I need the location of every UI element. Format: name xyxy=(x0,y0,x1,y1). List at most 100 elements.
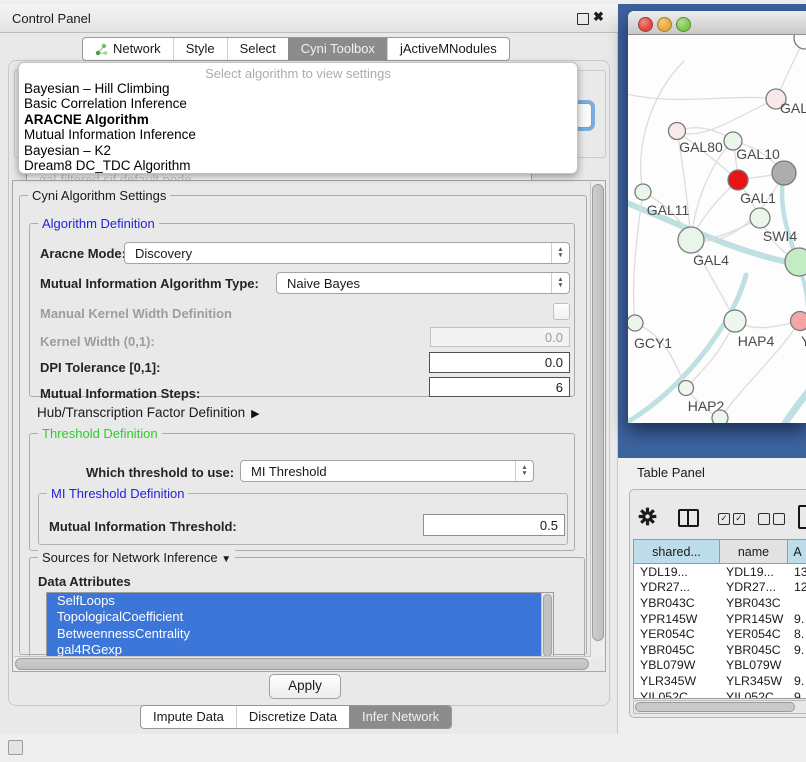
tab-network[interactable]: Network xyxy=(83,38,173,60)
which-threshold-combo[interactable]: MI Threshold ▲▼ xyxy=(240,460,534,482)
network-node-gal1[interactable] xyxy=(750,208,770,228)
table-row[interactable]: YBR043CYBR043C xyxy=(634,595,806,611)
network-node[interactable] xyxy=(794,35,806,49)
checked-box-icon[interactable]: ✓ xyxy=(733,513,745,525)
tab-impute-data[interactable]: Impute Data xyxy=(141,706,236,728)
table-row[interactable]: YBR045CYBR045C9. xyxy=(634,642,806,658)
table-row[interactable]: YDR27...YDR27...12 xyxy=(634,580,806,596)
mi-threshold-field[interactable]: 0.5 xyxy=(423,514,565,536)
network-canvas[interactable]: GALGAL80GAL10GAL1GAL11GAL4SWI4HAP4YGCY1H… xyxy=(628,35,806,423)
mi-steps-field[interactable]: 6 xyxy=(429,377,570,397)
network-node[interactable] xyxy=(772,161,796,185)
zoom-traffic-light[interactable] xyxy=(676,17,691,32)
network-node-gal11[interactable] xyxy=(635,184,651,200)
tab-select[interactable]: Select xyxy=(227,38,288,60)
node-label: HAP4 xyxy=(738,333,775,349)
threshold-definition-group: Threshold Definition Which threshold to … xyxy=(29,433,575,551)
minimize-traffic-light[interactable] xyxy=(657,17,672,32)
network-node-hap4[interactable] xyxy=(724,310,746,332)
list-scrollbar[interactable] xyxy=(541,593,553,659)
column-header-name[interactable]: name xyxy=(720,540,788,563)
network-node[interactable] xyxy=(712,410,728,423)
table-row[interactable]: YDL19...YDL19...13 xyxy=(634,564,806,580)
aracne-mode-combo[interactable]: Discovery ▲▼ xyxy=(124,242,570,264)
data-attributes-label: Data Attributes xyxy=(38,574,131,589)
network-node-gal80[interactable] xyxy=(669,123,686,140)
table-cell: YIL052C xyxy=(634,690,720,699)
table-cell: YDL19... xyxy=(720,565,788,579)
sources-group-title: Sources for Network Inference ▼ xyxy=(38,550,235,567)
table-panel: ✓ ✓ shared...nameA YDL19...YDL19...13YDR… xyxy=(629,489,806,718)
apply-button[interactable]: Apply xyxy=(269,674,341,699)
vertical-scrollbar[interactable] xyxy=(590,182,604,657)
table-cell: YIL052C xyxy=(720,690,788,699)
dropdown-item-mutual-information-inference[interactable]: Mutual Information Inference xyxy=(19,127,577,142)
tab-jactivemnodules[interactable]: jActiveMNodules xyxy=(387,38,509,60)
table-horizontal-scrollbar[interactable] xyxy=(633,700,806,714)
table-cell: YLR345W xyxy=(634,674,720,688)
stepper-icon: ▲▼ xyxy=(551,243,569,263)
unchecked-box-icon[interactable] xyxy=(773,513,785,525)
dropdown-item-basic-correlation-inference[interactable]: Basic Correlation Inference xyxy=(19,96,577,111)
bottom-tab-bar: Impute DataDiscretize DataInfer Network xyxy=(140,705,452,729)
node-label: GAL80 xyxy=(679,139,723,155)
network-window-titlebar xyxy=(628,11,806,35)
checked-box-icon[interactable]: ✓ xyxy=(718,513,730,525)
dropdown-item-dream8-dc-tdc-algorithm[interactable]: Dream8 DC_TDC Algorithm xyxy=(19,158,577,173)
network-node[interactable] xyxy=(728,170,748,190)
table-cell: 9. xyxy=(788,612,806,626)
table-row[interactable]: YER054CYER054C8. xyxy=(634,626,806,642)
kernel-width-label: Kernel Width (0,1): xyxy=(40,334,155,349)
tab-cyni-toolbox[interactable]: Cyni Toolbox xyxy=(288,38,387,60)
unchecked-box-icon[interactable] xyxy=(758,513,770,525)
dpi-tolerance-field[interactable]: 0.0 xyxy=(429,352,570,373)
dropdown-item-bayesian-hill-climbing[interactable]: Bayesian – Hill Climbing xyxy=(19,81,577,96)
dropdown-item-aracne-algorithm[interactable]: ARACNE Algorithm xyxy=(19,112,577,127)
column-header-a[interactable]: A xyxy=(788,540,806,563)
attribute-item-betweennesscentrality[interactable]: BetweennessCentrality xyxy=(47,626,542,642)
table-cell: 9 xyxy=(788,690,806,699)
node-table: shared...nameA YDL19...YDL19...13YDR27..… xyxy=(633,539,806,699)
document-icon[interactable] xyxy=(798,505,806,529)
network-node-gal4[interactable] xyxy=(678,227,704,253)
node-label: GAL xyxy=(780,100,806,116)
stepper-icon: ▲▼ xyxy=(515,461,533,481)
cyni-settings-group-title: Cyni Algorithm Settings xyxy=(28,188,170,203)
attribute-item-selfloops[interactable]: SelfLoops xyxy=(47,593,542,609)
table-row[interactable]: YPR145WYPR145W9. xyxy=(634,611,806,627)
gear-icon[interactable] xyxy=(638,507,657,526)
float-window-icon[interactable] xyxy=(577,13,589,25)
column-header-shared[interactable]: shared... xyxy=(634,540,720,563)
table-row[interactable]: YBL079WYBL079W xyxy=(634,658,806,674)
table-row[interactable]: YLR345WYLR345W9. xyxy=(634,673,806,689)
horizontal-scrollbar[interactable] xyxy=(14,656,591,670)
dpi-tolerance-label: DPI Tolerance [0,1]: xyxy=(40,360,160,375)
hub-definition-toggle[interactable]: Hub/Transcription Factor Definition▶ xyxy=(37,405,260,420)
attribute-item-topologicalcoefficient[interactable]: TopologicalCoefficient xyxy=(47,609,542,625)
panel-dock-button[interactable] xyxy=(8,740,23,755)
table-row[interactable]: YIL052CYIL052C9 xyxy=(634,689,806,699)
which-threshold-label: Which threshold to use: xyxy=(86,465,234,480)
node-label: GAL4 xyxy=(693,252,729,268)
tab-infer-network[interactable]: Infer Network xyxy=(349,706,451,728)
columns-icon[interactable] xyxy=(678,509,699,527)
network-node-gcy1[interactable] xyxy=(628,315,643,331)
close-icon[interactable]: ✖ xyxy=(593,9,604,25)
tab-discretize-data[interactable]: Discretize Data xyxy=(236,706,349,728)
manual-kernel-checkbox[interactable] xyxy=(553,303,570,320)
network-node-y[interactable] xyxy=(791,312,806,331)
network-view-window: GALGAL80GAL10GAL1GAL11GAL4SWI4HAP4YGCY1H… xyxy=(628,11,806,423)
network-node-hap2[interactable] xyxy=(679,381,694,396)
collapse-down-icon[interactable]: ▼ xyxy=(221,554,231,565)
node-label: Y xyxy=(801,333,806,349)
mi-type-combo[interactable]: Naive Bayes ▲▼ xyxy=(276,272,570,294)
mi-type-label: Mutual Information Algorithm Type: xyxy=(40,276,259,291)
top-tab-bar: NetworkStyleSelectCyni ToolboxjActiveMNo… xyxy=(82,37,510,61)
network-edge xyxy=(628,93,776,99)
kernel-width-field: 0.0 xyxy=(430,327,570,347)
tab-style[interactable]: Style xyxy=(173,38,227,60)
network-node-swi4[interactable] xyxy=(785,248,806,276)
dropdown-item-bayesian-k2[interactable]: Bayesian – K2 xyxy=(19,143,577,158)
close-traffic-light[interactable] xyxy=(638,17,653,32)
stepper-icon: ▲▼ xyxy=(551,273,569,293)
